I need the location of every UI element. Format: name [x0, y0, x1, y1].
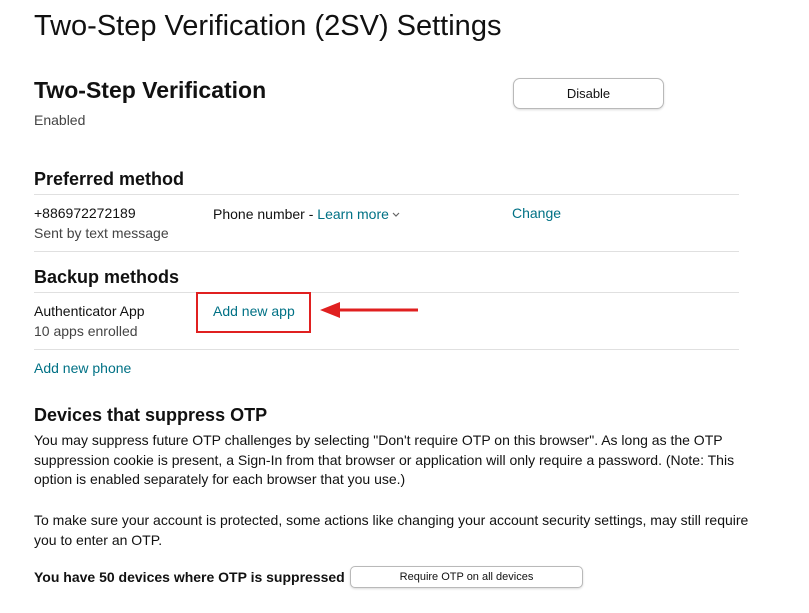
otp-description: You may suppress future OTP challenges b… — [34, 432, 735, 487]
change-link[interactable]: Change — [512, 205, 561, 221]
preferred-method-type: Phone number - Learn more — [213, 205, 400, 222]
require-otp-button[interactable]: Require OTP on all devices — [350, 566, 583, 588]
disable-button[interactable]: Disable — [513, 78, 664, 109]
add-new-phone-link[interactable]: Add new phone — [34, 360, 131, 376]
divider — [34, 349, 739, 350]
backup-methods-heading: Backup methods — [34, 267, 180, 287]
otp-heading: Devices that suppress OTP — [34, 405, 268, 425]
otp-protection-note: To make sure your account is protected, … — [34, 512, 749, 548]
divider — [34, 194, 739, 195]
divider — [34, 292, 739, 293]
chevron-down-icon — [392, 205, 400, 221]
preferred-phone-number: +886972272189 — [34, 205, 136, 221]
suppressed-devices-text: You have 50 devices where OTP is suppres… — [34, 569, 345, 585]
page-title: Two-Step Verification (2SV) Settings — [34, 10, 502, 42]
annotation-arrow-icon — [320, 302, 418, 318]
two-step-status: Enabled — [34, 112, 86, 128]
learn-more-label: Learn more — [317, 206, 389, 222]
add-new-app-link[interactable]: Add new app — [213, 303, 295, 319]
preferred-method-subtext: Sent by text message — [34, 225, 169, 241]
learn-more-link[interactable]: Learn more — [317, 206, 400, 222]
method-type-label: Phone number - — [213, 206, 314, 222]
divider — [34, 251, 739, 252]
preferred-method-heading: Preferred method — [34, 169, 185, 189]
authenticator-app-label: Authenticator App — [34, 303, 145, 319]
two-step-heading: Two-Step Verification — [34, 77, 267, 103]
apps-enrolled-count: 10 apps enrolled — [34, 323, 138, 339]
